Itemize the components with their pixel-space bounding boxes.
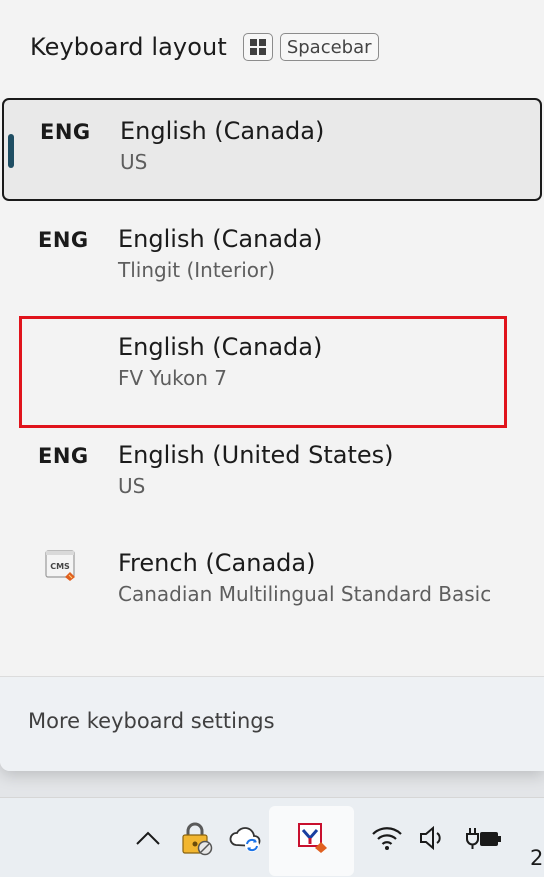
- layout-item-english-us[interactable]: ENG English (United States) US: [0, 422, 544, 530]
- language-name: English (Canada): [118, 225, 323, 253]
- language-code: ENG: [40, 120, 91, 144]
- taskbar: 2: [0, 797, 544, 877]
- vpn-lock-icon[interactable]: [176, 798, 216, 877]
- flyout-footer: More keyboard settings: [0, 676, 544, 771]
- layout-item-english-canada-tlingit[interactable]: ENG English (Canada) Tlingit (Interior): [0, 206, 544, 314]
- spacebar-key-label: Spacebar: [279, 33, 379, 61]
- flyout-header: Keyboard layout Spacebar: [30, 30, 379, 64]
- cms-keyboard-icon: CMS: [45, 550, 75, 581]
- windows-key-icon: [242, 33, 273, 61]
- selection-indicator: [8, 134, 14, 168]
- layout-name: US: [120, 150, 148, 174]
- layout-name: FV Yukon 7: [118, 366, 228, 390]
- language-name: English (United States): [118, 441, 394, 469]
- flyout-title: Keyboard layout: [30, 33, 227, 61]
- layout-item-english-canada-us[interactable]: ENG English (Canada) US: [2, 98, 542, 201]
- more-keyboard-settings-link[interactable]: More keyboard settings: [28, 709, 275, 733]
- input-method-icon[interactable]: [290, 798, 334, 877]
- layout-item-english-canada-fv-yukon[interactable]: English (Canada) FV Yukon 7: [0, 314, 544, 428]
- language-name: French (Canada): [118, 549, 316, 577]
- battery-charging-icon[interactable]: [462, 798, 506, 877]
- keyboard-layout-flyout: Keyboard layout Spacebar ENG English (Ca…: [0, 0, 544, 771]
- show-hidden-icons-chevron-icon[interactable]: [130, 798, 166, 877]
- language-code: ENG: [38, 444, 89, 468]
- wifi-icon[interactable]: [368, 798, 406, 877]
- language-name: English (Canada): [120, 117, 325, 145]
- layout-name: Tlingit (Interior): [118, 258, 276, 282]
- layout-list: ENG English (Canada) US ENG English (Can…: [0, 98, 544, 638]
- layout-name: US: [118, 474, 146, 498]
- layout-item-french-canada-cms[interactable]: CMS French (Canada) Canadian Multilingua…: [0, 530, 544, 638]
- clock-fragment[interactable]: 2: [530, 846, 543, 870]
- layout-name: Canadian Multilingual Standard Basic: [118, 582, 492, 606]
- svg-text:CMS: CMS: [50, 562, 70, 571]
- onedrive-sync-icon[interactable]: [226, 798, 266, 877]
- volume-icon[interactable]: [415, 798, 449, 877]
- language-code: ENG: [38, 228, 89, 252]
- language-name: English (Canada): [118, 333, 323, 361]
